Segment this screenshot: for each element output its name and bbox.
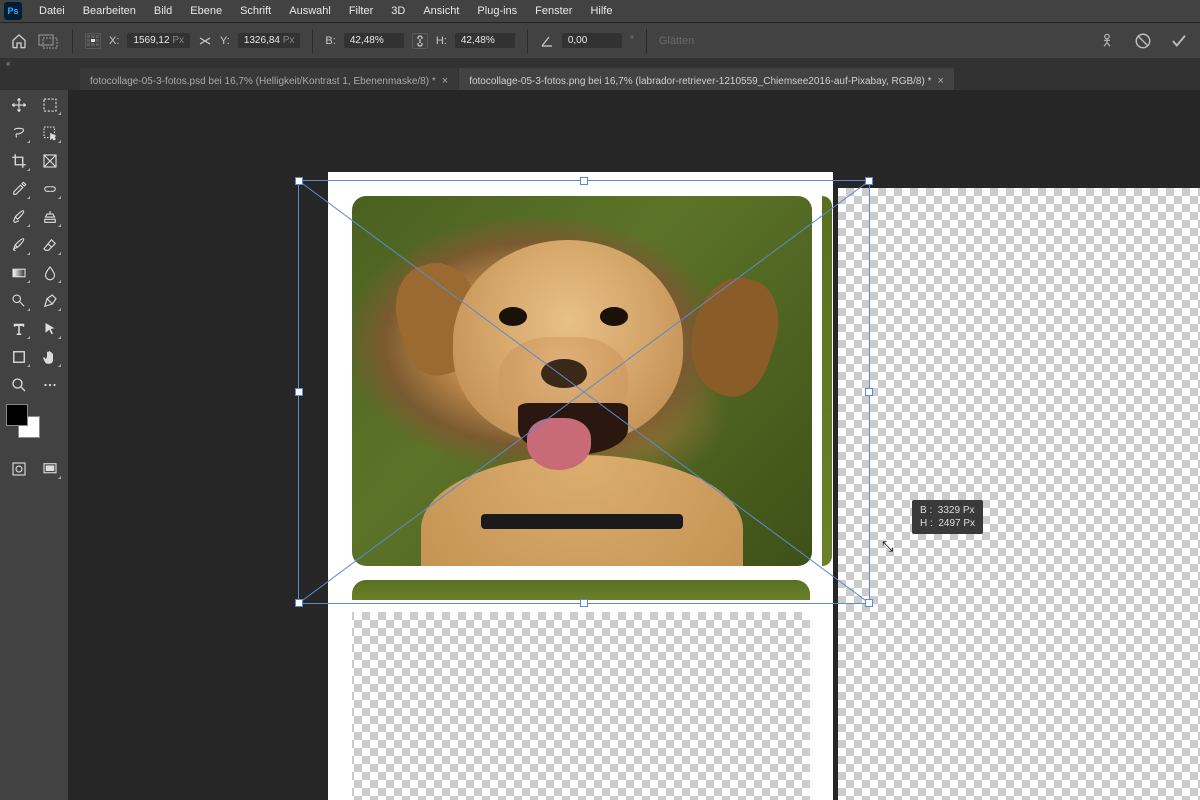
placed-image[interactable] <box>352 196 812 566</box>
color-swatches[interactable] <box>6 404 46 444</box>
gradient-tool[interactable] <box>6 262 31 284</box>
menu-select[interactable]: Auswahl <box>280 2 340 20</box>
close-icon[interactable]: × <box>442 75 448 87</box>
transform-handle-ml[interactable] <box>295 388 303 396</box>
menu-3d[interactable]: 3D <box>382 2 414 20</box>
clone-stamp-tool[interactable] <box>37 206 62 228</box>
height-value[interactable]: 42,48% <box>455 33 515 48</box>
text-tool[interactable] <box>6 318 31 340</box>
width-value[interactable]: 42,48% <box>344 33 404 48</box>
quick-mask-toggle[interactable] <box>6 458 31 480</box>
history-brush-tool[interactable] <box>6 234 31 256</box>
blur-tool[interactable] <box>37 262 62 284</box>
transform-size-tooltip: B : 3329 Px H : 2497 Px <box>912 500 983 534</box>
pen-tool[interactable] <box>37 290 62 312</box>
canvas-workspace[interactable]: B : 3329 Px H : 2497 Px ⤡ <box>68 90 1200 800</box>
transform-handle-tr[interactable] <box>865 177 873 185</box>
angle-unit: ° <box>630 35 634 46</box>
menu-window[interactable]: Fenster <box>526 2 581 20</box>
edit-toolbar-button[interactable] <box>37 374 62 396</box>
y-value[interactable]: 1326,84 Px <box>238 33 301 48</box>
menu-help[interactable]: Hilfe <box>581 2 621 20</box>
menu-layer[interactable]: Ebene <box>181 2 231 20</box>
zoom-tool[interactable] <box>6 374 31 396</box>
menu-file[interactable]: Datei <box>30 2 74 20</box>
shape-tool[interactable] <box>6 346 31 368</box>
crop-tool[interactable] <box>6 150 31 172</box>
tab-title: fotocollage-05-3-fotos.png bei 16,7% (la… <box>469 76 931 87</box>
menu-edit[interactable]: Bearbeiten <box>74 2 145 20</box>
close-icon[interactable]: × <box>937 75 943 87</box>
cancel-transform-icon[interactable] <box>1134 32 1152 50</box>
transform-icon[interactable] <box>36 32 60 50</box>
placed-image-2 <box>352 580 810 600</box>
menu-view[interactable]: Ansicht <box>414 2 468 20</box>
link-dimensions-icon[interactable] <box>412 33 428 49</box>
width-label: B: <box>325 35 335 47</box>
document-tab-0[interactable]: fotocollage-05-3-fotos.psd bei 16,7% (He… <box>80 68 458 90</box>
puppet-icon[interactable] <box>1098 32 1116 50</box>
height-label: H: <box>436 35 447 47</box>
y-label: Y: <box>220 35 230 47</box>
transparency-area <box>838 188 1200 800</box>
eraser-tool[interactable] <box>37 234 62 256</box>
tab-title: fotocollage-05-3-fotos.psd bei 16,7% (He… <box>90 76 436 87</box>
tools-panel <box>0 90 68 800</box>
reference-point-grid[interactable] <box>85 33 101 49</box>
healing-brush-tool[interactable] <box>37 178 62 200</box>
angle-value[interactable]: 0,00 <box>562 33 622 48</box>
resize-cursor-icon: ⤡ <box>882 538 893 555</box>
frame-tool[interactable] <box>37 150 62 172</box>
app-logo: Ps <box>4 2 22 20</box>
x-value[interactable]: 1569,12 Px <box>127 33 190 48</box>
lasso-tool[interactable] <box>6 122 31 144</box>
collage-frame <box>328 172 352 800</box>
foreground-color-swatch[interactable] <box>6 404 28 426</box>
hand-tool[interactable] <box>37 346 62 368</box>
transform-handle-bl[interactable] <box>295 599 303 607</box>
home-icon[interactable] <box>10 33 28 49</box>
antialias-label[interactable]: Glätten <box>659 35 694 47</box>
x-label: X: <box>109 35 119 47</box>
menu-bar: Ps Datei Bearbeiten Bild Ebene Schrift A… <box>0 0 1200 22</box>
transform-handle-tl[interactable] <box>295 177 303 185</box>
path-select-tool[interactable] <box>37 318 62 340</box>
panel-collapse-strip[interactable]: « <box>0 58 1200 68</box>
document-tab-1[interactable]: fotocollage-05-3-fotos.png bei 16,7% (la… <box>459 68 954 90</box>
menu-image[interactable]: Bild <box>145 2 181 20</box>
dodge-tool[interactable] <box>6 290 31 312</box>
transparency-area <box>338 612 828 800</box>
document-tab-bar: fotocollage-05-3-fotos.psd bei 16,7% (He… <box>0 68 1200 90</box>
screen-mode-toggle[interactable] <box>37 458 62 480</box>
angle-icon <box>540 34 554 48</box>
brush-tool[interactable] <box>6 206 31 228</box>
commit-transform-icon[interactable] <box>1170 32 1188 50</box>
swap-xy-icon[interactable] <box>198 34 212 48</box>
marquee-tool[interactable] <box>37 94 62 116</box>
placed-image-edge <box>822 196 832 566</box>
options-bar: X: 1569,12 Px Y: 1326,84 Px B: 42,48% H:… <box>0 22 1200 58</box>
object-select-tool[interactable] <box>37 122 62 144</box>
move-tool[interactable] <box>6 94 31 116</box>
menu-plugins[interactable]: Plug-ins <box>468 2 526 20</box>
menu-type[interactable]: Schrift <box>231 2 280 20</box>
menu-filter[interactable]: Filter <box>340 2 382 20</box>
eyedropper-tool[interactable] <box>6 178 31 200</box>
